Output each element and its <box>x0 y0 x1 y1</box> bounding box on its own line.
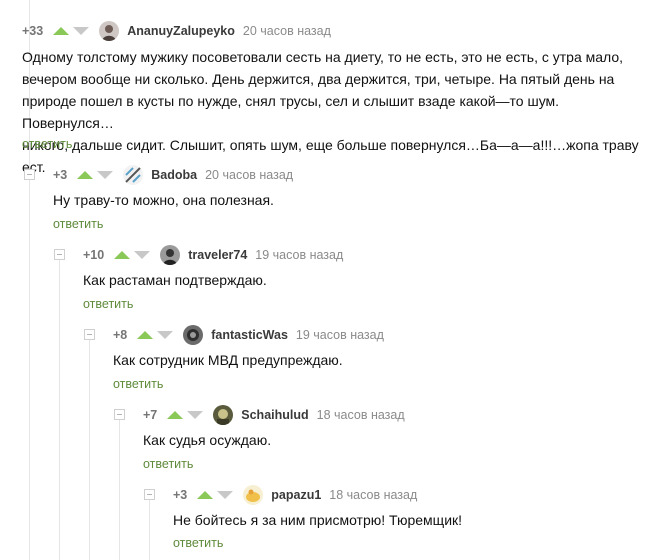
comment-header: +3 Badoba 20 часов назад <box>53 165 293 185</box>
vote-up-icon[interactable] <box>114 251 131 259</box>
vote-up-icon[interactable] <box>77 171 94 179</box>
comment-rating: +33 <box>22 24 44 38</box>
avatar-icon[interactable] <box>123 165 144 185</box>
avatar-icon[interactable] <box>99 21 120 41</box>
comment-time[interactable]: 20 часов назад <box>205 168 293 182</box>
comment-author[interactable]: Schaihulud <box>241 408 308 422</box>
reply-link[interactable]: ответить <box>53 217 103 231</box>
collapse-toggle-icon[interactable] <box>114 409 125 420</box>
vote-down-icon[interactable] <box>134 251 151 259</box>
collapse-toggle-icon[interactable] <box>54 249 65 260</box>
comment-rating: +8 <box>113 328 128 342</box>
collapse-toggle-icon[interactable] <box>24 169 35 180</box>
comment-time[interactable]: 18 часов назад <box>329 488 417 502</box>
thread-line <box>89 338 90 560</box>
comment-rating: +3 <box>173 488 188 502</box>
vote-up-icon[interactable] <box>197 491 214 499</box>
avatar-icon[interactable] <box>160 245 181 265</box>
comment-text: Как сотрудник МВД предупреждаю. <box>113 352 343 368</box>
comment-author[interactable]: papazu1 <box>271 488 321 502</box>
reply-link[interactable]: ответить <box>143 457 193 471</box>
comment-text-line: вечером вообще ни сколько. День держится… <box>22 71 615 87</box>
comment-text: Как растаман подтверждаю. <box>83 272 267 288</box>
comment-text: Не бойтесь я за ним присмотрю! Тюремщик! <box>173 512 463 528</box>
vote-down-icon[interactable] <box>97 171 114 179</box>
comment-text-line: природе пошел в кусты по нужде, снял тру… <box>22 93 560 131</box>
avatar-icon[interactable] <box>243 485 264 505</box>
comment-header: +8 fantasticWas 19 часов назад <box>113 325 384 345</box>
thread-line <box>119 418 120 560</box>
comment-text: Одному толстому мужику посоветовали сест… <box>22 46 647 178</box>
comment-author[interactable]: traveler74 <box>188 248 247 262</box>
comment-author[interactable]: fantasticWas <box>211 328 288 342</box>
comment-author[interactable]: Badoba <box>151 168 197 182</box>
vote-up-icon[interactable] <box>137 331 154 339</box>
vote-up-icon[interactable] <box>167 411 184 419</box>
comment-header: +3 papazu1 18 часов назад <box>173 485 417 505</box>
comment-header: +33 AnanuyZalupeyko 20 часов назад <box>22 21 331 41</box>
vote-up-icon[interactable] <box>53 27 70 35</box>
comment-text-line: Одному толстому мужику посоветовали сест… <box>22 49 624 65</box>
avatar-icon[interactable] <box>183 325 204 345</box>
reply-link[interactable]: ответить <box>22 137 72 151</box>
comment-rating: +10 <box>83 248 105 262</box>
vote-down-icon[interactable] <box>217 491 234 499</box>
comment-time[interactable]: 19 часов назад <box>255 248 343 262</box>
comment-rating: +3 <box>53 168 68 182</box>
comment-author[interactable]: AnanuyZalupeyko <box>127 24 235 38</box>
comment-header: +10 traveler74 19 часов назад <box>83 245 343 265</box>
reply-link[interactable]: ответить <box>113 377 163 391</box>
comment-text: Как судья осуждаю. <box>143 432 272 448</box>
collapse-toggle-icon[interactable] <box>84 329 95 340</box>
comment-rating: +7 <box>143 408 158 422</box>
thread-line <box>59 258 60 560</box>
vote-down-icon[interactable] <box>157 331 174 339</box>
comment-time[interactable]: 20 часов назад <box>243 24 331 38</box>
thread-line <box>149 498 150 560</box>
reply-link[interactable]: ответить <box>173 536 223 550</box>
reply-link[interactable]: ответить <box>83 297 133 311</box>
comment-header: +7 Schaihulud 18 часов назад <box>143 405 405 425</box>
vote-down-icon[interactable] <box>187 411 204 419</box>
comment-time[interactable]: 19 часов назад <box>296 328 384 342</box>
avatar-icon[interactable] <box>213 405 234 425</box>
comment-time[interactable]: 18 часов назад <box>317 408 405 422</box>
comment-text: Ну траву-то можно, она полезная. <box>53 192 274 208</box>
vote-down-icon[interactable] <box>73 27 90 35</box>
collapse-toggle-icon[interactable] <box>144 489 155 500</box>
